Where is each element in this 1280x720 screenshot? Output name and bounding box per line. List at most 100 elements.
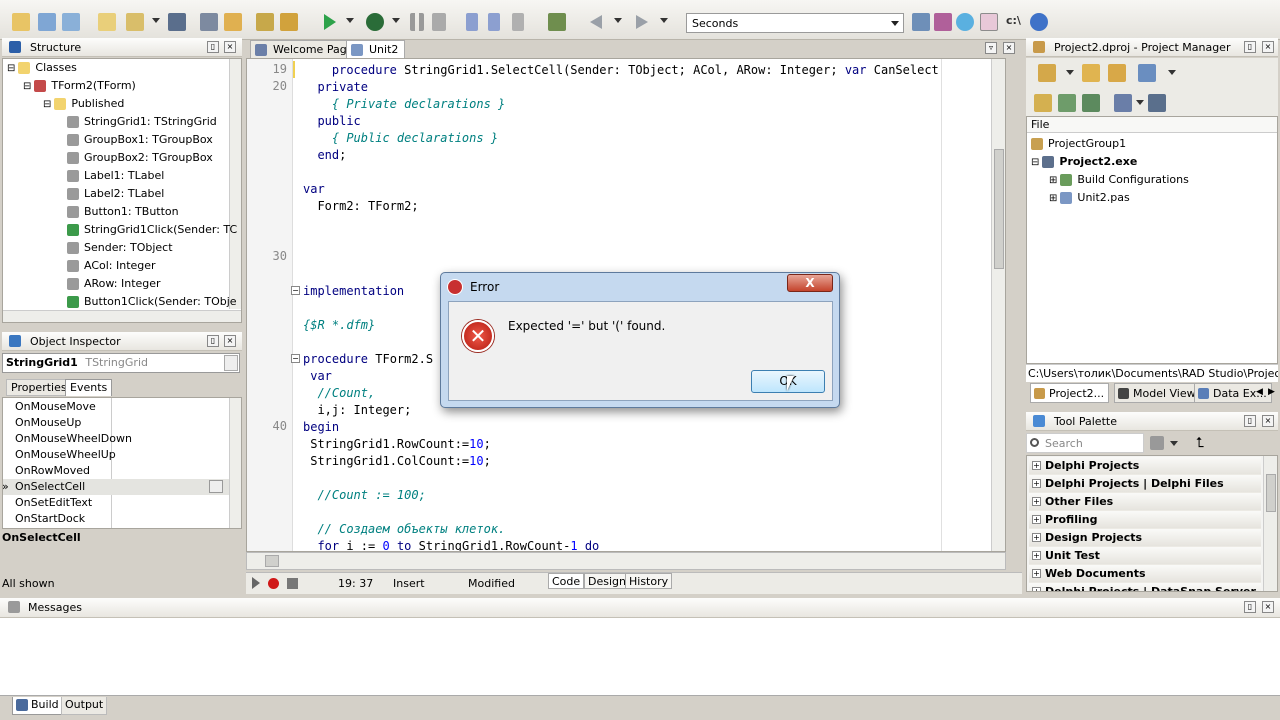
sort-dropdown-icon[interactable]: [1136, 100, 1144, 105]
tab-welcome-page[interactable]: Welcome Page: [250, 40, 361, 58]
expand-toggle-icon[interactable]: ⊟: [7, 63, 15, 74]
tab-design[interactable]: Design: [584, 573, 630, 589]
run-icon[interactable]: [324, 14, 336, 30]
structure-item[interactable]: StringGrid1Click(Sender: TC: [67, 221, 237, 239]
structure-item[interactable]: ARow: Integer: [67, 275, 161, 293]
pin-icon[interactable]: ▯: [1244, 41, 1256, 53]
tab-code[interactable]: Code: [548, 573, 585, 589]
palette-category[interactable]: + Delphi Projects: [1029, 457, 1261, 475]
expand-toggle-icon[interactable]: +: [1032, 587, 1041, 591]
structure-item[interactable]: ACol: Integer: [67, 257, 156, 275]
pause-icon[interactable]: [410, 13, 424, 31]
globe-icon[interactable]: [956, 13, 974, 31]
trace-into-icon[interactable]: [466, 13, 478, 31]
structure-item[interactable]: ⊟ Published: [43, 95, 124, 113]
tab-history[interactable]: History: [625, 573, 673, 589]
run-to-cursor-icon[interactable]: [512, 13, 524, 31]
project-tree-item[interactable]: ⊞ Build Configurations: [1049, 171, 1189, 189]
sync-icon[interactable]: [1034, 94, 1052, 112]
editor-vscroll[interactable]: [991, 59, 1005, 551]
structure-item[interactable]: Label1: TLabel: [67, 167, 164, 185]
back-dropdown-icon[interactable]: [614, 18, 622, 23]
tab-build[interactable]: Build: [12, 697, 63, 715]
view-dropdown-icon[interactable]: [1168, 70, 1176, 75]
expand-toggle-icon[interactable]: ⊟: [23, 81, 31, 92]
tab-events[interactable]: Events: [65, 379, 113, 396]
step-over-icon[interactable]: [488, 13, 500, 31]
structure-item[interactable]: GroupBox1: TGroupBox: [67, 131, 213, 149]
editor-hscroll[interactable]: [246, 552, 1006, 570]
activate-dropdown-icon[interactable]: [1066, 70, 1074, 75]
palette-category[interactable]: + Delphi Projects | Delphi Files: [1029, 475, 1261, 493]
pin-icon[interactable]: ▯: [207, 335, 219, 347]
editor-hscroll-thumb[interactable]: [265, 555, 279, 567]
expand-toggle-icon[interactable]: ⊟: [43, 99, 51, 110]
collapse-all-icon[interactable]: [1082, 94, 1100, 112]
close-panel-icon[interactable]: ×: [224, 335, 236, 347]
tab-properties[interactable]: Properties: [6, 379, 72, 396]
save-all-icon[interactable]: [200, 13, 218, 31]
stop-icon[interactable]: [432, 13, 446, 31]
palette-category[interactable]: + Delphi Projects | DataSnap Server: [1029, 583, 1261, 591]
close-panel-icon[interactable]: ×: [1262, 415, 1274, 427]
forward-dropdown-icon[interactable]: [660, 18, 668, 23]
event-row[interactable]: OnSetEditText: [3, 495, 229, 511]
structure-item[interactable]: ⊟ Classes: [7, 59, 77, 77]
command-prompt-icon[interactable]: c:\: [1006, 14, 1021, 27]
structure-item[interactable]: Sender: TObject: [67, 239, 173, 257]
project-tree-item[interactable]: ⊞ Unit2.pas: [1049, 189, 1130, 207]
run-dropdown-icon[interactable]: [346, 18, 354, 23]
expand-toggle-icon[interactable]: ⊟: [1031, 157, 1039, 168]
open-project-icon[interactable]: [126, 13, 144, 31]
expand-toggle-icon[interactable]: +: [1032, 533, 1041, 542]
palette-category[interactable]: + Profiling: [1029, 511, 1261, 529]
expand-toggle-icon[interactable]: +: [1032, 569, 1041, 578]
event-row[interactable]: OnMouseMove: [3, 399, 229, 415]
dialog-close-button[interactable]: X: [787, 274, 833, 292]
expand-toggle-icon[interactable]: +: [1032, 497, 1041, 506]
palette-scroll-thumb[interactable]: [1266, 474, 1276, 512]
debug-dropdown-icon[interactable]: [392, 18, 400, 23]
debug-layout-icon[interactable]: [980, 13, 998, 31]
palette-search-input[interactable]: Search: [1026, 433, 1144, 453]
help-icon[interactable]: [1030, 13, 1048, 31]
structure-item[interactable]: GroupBox2: TGroupBox: [67, 149, 213, 167]
project-tree-item[interactable]: ⊟ Project2.exe: [1031, 153, 1137, 171]
event-row[interactable]: OnStartDock: [3, 511, 229, 527]
tab-list-icon[interactable]: ▿: [985, 42, 997, 54]
close-panel-icon[interactable]: ×: [1262, 41, 1274, 53]
event-handler-dropdown-icon[interactable]: [209, 480, 223, 493]
percent-icon[interactable]: [934, 13, 952, 31]
pin-icon[interactable]: ▯: [1244, 601, 1256, 613]
expand-toggle-icon[interactable]: +: [1032, 551, 1041, 560]
stop-macro-icon[interactable]: [287, 578, 298, 589]
pin-icon[interactable]: ▯: [207, 41, 219, 53]
palette-category[interactable]: + Unit Test: [1029, 547, 1261, 565]
close-panel-icon[interactable]: ×: [1262, 601, 1274, 613]
new-items-icon[interactable]: [12, 13, 30, 31]
play-macro-icon[interactable]: [252, 577, 260, 589]
expand-toggle-icon[interactable]: +: [1032, 479, 1041, 488]
activate-project-icon[interactable]: [1038, 64, 1056, 82]
events-vscroll[interactable]: [229, 398, 241, 528]
palette-category[interactable]: + Other Files: [1029, 493, 1261, 511]
event-row[interactable]: OnMouseWheelUp: [3, 447, 229, 463]
expand-toggle-icon[interactable]: +: [1032, 515, 1041, 524]
open-project-folder-icon[interactable]: [1108, 64, 1126, 82]
structure-item[interactable]: ⊟ TForm2(TForm): [23, 77, 136, 95]
palette-category[interactable]: + Design Projects: [1029, 529, 1261, 547]
close-tab-icon[interactable]: ×: [1003, 42, 1015, 54]
palette-vscroll[interactable]: [1263, 456, 1277, 591]
structure-hscroll[interactable]: [3, 310, 241, 322]
palette-filter-dropdown-icon[interactable]: [1170, 441, 1178, 446]
pm-bottom-tab[interactable]: Project2...: [1030, 383, 1110, 403]
structure-item[interactable]: Button1Click(Sender: TObje: [67, 293, 237, 311]
pin-icon[interactable]: ▯: [1244, 415, 1256, 427]
tab-output[interactable]: Output: [61, 697, 108, 715]
event-row[interactable]: » OnSelectCell: [3, 479, 229, 495]
structure-item[interactable]: Label2: TLabel: [67, 185, 164, 203]
scroll-left-icon[interactable]: ◀: [1256, 387, 1263, 397]
open-folder-icon[interactable]: [224, 13, 242, 31]
close-panel-icon[interactable]: ×: [224, 41, 236, 53]
event-row[interactable]: OnMouseUp: [3, 415, 229, 431]
